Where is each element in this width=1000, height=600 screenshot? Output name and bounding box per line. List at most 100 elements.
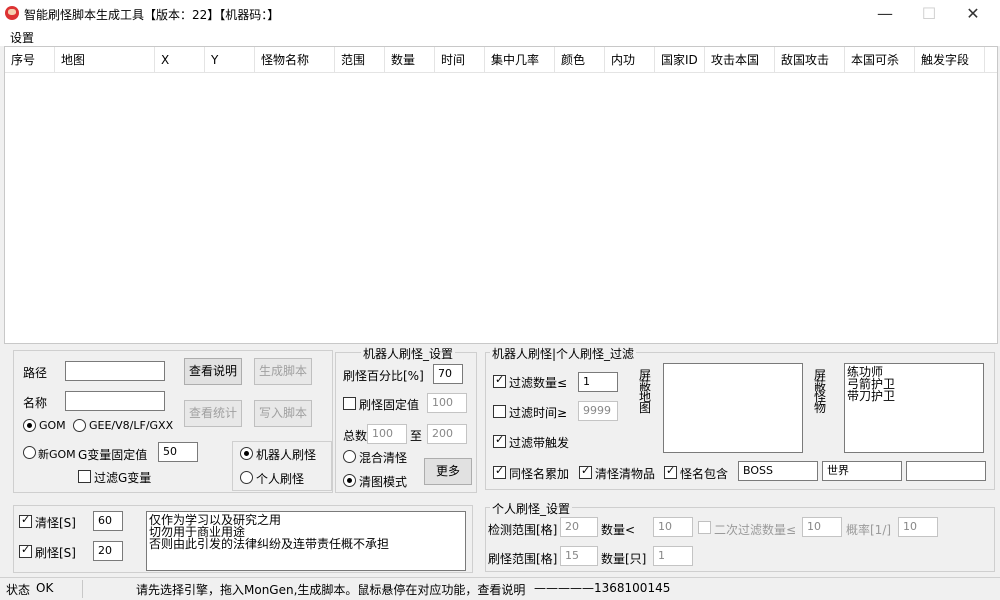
write-script-button[interactable]: 写入脚本 — [254, 400, 312, 427]
col-header[interactable]: 地图 — [55, 47, 155, 73]
path-input[interactable] — [65, 361, 165, 381]
clear-timer-input[interactable]: 60 — [93, 511, 123, 531]
robot-mode-radio[interactable] — [240, 447, 253, 460]
fixed-value-label: 刷怪固定值 — [359, 398, 420, 412]
view-help-button[interactable]: 查看说明 — [184, 358, 242, 385]
personal-settings-title: 个人刷怪_设置 — [490, 500, 573, 517]
view-stats-button[interactable]: 查看统计 — [184, 400, 242, 427]
col-header[interactable]: 敌国攻击 — [775, 47, 845, 73]
clear-mode-label: 清图模式 — [359, 475, 408, 489]
g-fixed-label: G变量固定值 — [78, 448, 148, 462]
total-label: 总数 — [343, 429, 368, 443]
g-fixed-input[interactable]: 50 — [158, 442, 198, 462]
mixed-clear-radio[interactable] — [343, 450, 356, 463]
col-header[interactable]: Y — [205, 47, 255, 73]
gom-label: GOM — [39, 419, 66, 432]
col-header[interactable]: 怪物名称 — [255, 47, 335, 73]
filter-title: 机器人刷怪|个人刷怪_过滤 — [490, 345, 637, 362]
keyword-input-2[interactable]: 世界 — [822, 461, 902, 481]
detect-range-input[interactable]: 20 — [560, 517, 598, 537]
keyword-input-1[interactable]: BOSS — [738, 461, 818, 481]
spawn-timer-input[interactable]: 20 — [93, 541, 123, 561]
keyword-input-3[interactable] — [906, 461, 986, 481]
maximize-button[interactable]: ☐ — [906, 0, 952, 28]
total-to-input[interactable]: 200 — [427, 424, 467, 444]
filter-g-checkbox[interactable] — [78, 470, 91, 483]
col-header[interactable]: 触发字段 — [915, 47, 985, 73]
clear-items-checkbox[interactable] — [579, 464, 592, 479]
count-only-input[interactable]: 1 — [653, 546, 693, 566]
personal-mode-radio[interactable] — [240, 471, 253, 484]
notice-line: 否则由此引发的法律纠纷及连带责任概不承担 — [149, 537, 390, 551]
close-button[interactable]: ✕ — [950, 0, 996, 28]
clear-timer-label: 清怪[S] — [35, 516, 76, 530]
generate-script-button[interactable]: 生成脚本 — [254, 358, 312, 385]
to-label: 至 — [410, 429, 423, 443]
path-label: 路径 — [23, 366, 48, 380]
list-item[interactable]: 带刀护卫 — [847, 390, 981, 402]
col-header[interactable]: 内功 — [605, 47, 655, 73]
col-header[interactable]: 国家ID — [655, 47, 705, 73]
filter-count-checkbox[interactable] — [493, 373, 506, 388]
filter-count-label: 过滤数量≤ — [509, 376, 568, 390]
probability-input[interactable]: 10 — [898, 517, 938, 537]
robot-mode-label: 机器人刷怪 — [256, 448, 317, 462]
status-bar: 状态 OK 请先选择引擎，拖入MonGen,生成脚本。鼠标悬停在对应功能，查看说… — [0, 577, 1000, 600]
mixed-clear-label: 混合清怪 — [359, 451, 408, 465]
status-message: 请先选择引擎，拖入MonGen,生成脚本。鼠标悬停在对应功能，查看说明 — [136, 583, 526, 597]
gee-radio[interactable] — [73, 419, 86, 432]
clear-mode-radio[interactable] — [343, 474, 356, 487]
second-filter-input[interactable]: 10 — [802, 517, 842, 537]
col-header[interactable]: 集中几率 — [485, 47, 555, 73]
spawn-timer-label: 刷怪[S] — [35, 546, 76, 560]
block-monster-list[interactable]: 练功师 弓箭护卫 带刀护卫 — [844, 363, 984, 453]
gee-label: GEE/V8/LF/GXX — [89, 419, 174, 432]
count-lt-label: 数量< — [601, 523, 636, 537]
second-filter-label: 二次过滤数量≤ — [714, 523, 797, 537]
filter-count-input[interactable]: 1 — [578, 372, 618, 392]
spawn-range-input[interactable]: 15 — [560, 546, 598, 566]
title-bar: 智能刷怪脚本生成工具【版本：22】【机器码：】 — ☐ ✕ — [0, 0, 1000, 28]
newgom-label: 新GOM — [38, 448, 76, 461]
name-input[interactable] — [65, 391, 165, 411]
col-header[interactable]: 序号 — [5, 47, 55, 73]
col-header[interactable]: 本国可杀 — [845, 47, 915, 73]
menu-settings[interactable]: 设置 — [10, 29, 34, 46]
filter-time-checkbox[interactable] — [493, 405, 506, 418]
robot-settings-title: 机器人刷怪_设置 — [361, 345, 456, 362]
count-lt-input[interactable]: 10 — [653, 517, 693, 537]
filter-time-input[interactable]: 9999 — [578, 401, 618, 421]
more-button[interactable]: 更多 — [424, 458, 472, 485]
total-from-input[interactable]: 100 — [367, 424, 407, 444]
fixed-value-input[interactable]: 100 — [427, 393, 467, 413]
col-header[interactable]: 时间 — [435, 47, 485, 73]
notice-textarea[interactable]: 仅作为学习以及研究之用 切勿用于商业用途 否则由此引发的法律纠纷及连带责任概不承… — [146, 511, 466, 571]
status-label: 状态 — [6, 583, 31, 597]
name-contains-checkbox[interactable] — [664, 464, 677, 479]
block-monster-label: 屏蔽怪物 — [813, 368, 826, 415]
gom-radio[interactable] — [23, 419, 36, 432]
count-only-label: 数量[只] — [601, 552, 647, 566]
second-filter-checkbox[interactable] — [698, 521, 711, 534]
menu-bar: 设置 — [0, 28, 1000, 46]
newgom-radio[interactable] — [23, 446, 36, 459]
percent-input[interactable]: 70 — [433, 364, 463, 384]
col-header[interactable]: 攻击本国 — [705, 47, 775, 73]
same-name-checkbox[interactable] — [493, 464, 506, 479]
personal-mode-label: 个人刷怪 — [256, 472, 305, 486]
spawn-timer-checkbox[interactable] — [19, 543, 32, 558]
block-map-list[interactable] — [663, 363, 803, 453]
col-header[interactable]: 范围 — [335, 47, 385, 73]
col-header[interactable]: 数量 — [385, 47, 435, 73]
col-header[interactable]: X — [155, 47, 205, 73]
minimize-button[interactable]: — — [862, 0, 908, 28]
col-header[interactable]: 颜色 — [555, 47, 605, 73]
same-name-label: 同怪名累加 — [509, 467, 570, 481]
filter-g-label: 过滤G变量 — [94, 471, 152, 485]
fixed-value-checkbox[interactable] — [343, 397, 356, 410]
clear-timer-checkbox[interactable] — [19, 513, 32, 528]
status-contact: —————1368100145 — [534, 581, 671, 595]
filter-trigger-checkbox[interactable] — [493, 433, 506, 448]
clear-items-label: 清怪清物品 — [595, 467, 656, 481]
monster-table[interactable]: 序号 地图 X Y 怪物名称 范围 数量 时间 集中几率 颜色 内功 国家ID … — [4, 46, 998, 344]
